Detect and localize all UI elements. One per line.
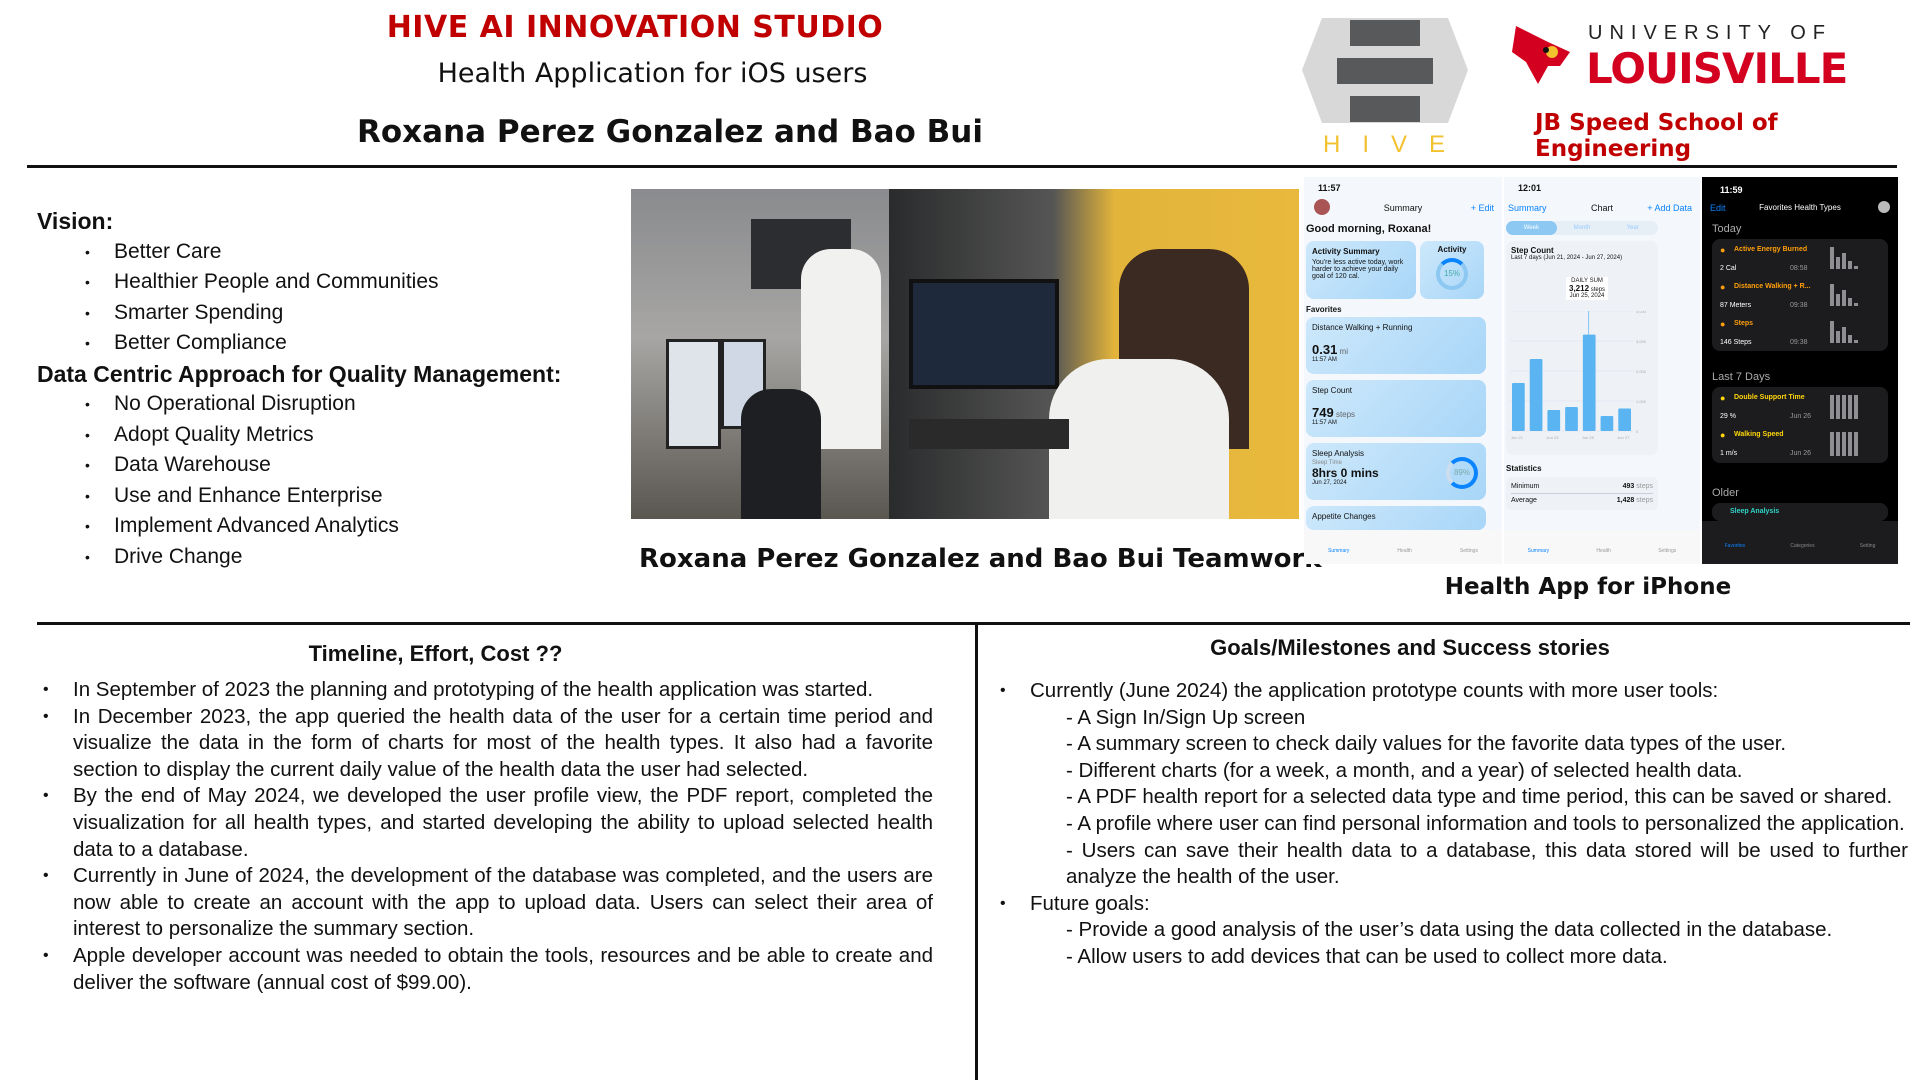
phone-summary-screen: 11:57 Summary + Edit Good morning, Roxan… (1304, 177, 1502, 564)
header-divider (27, 165, 1897, 168)
y-tick-label: 2,000 (1636, 369, 1647, 374)
bar (1618, 408, 1631, 431)
timeline-item: In December 2023, the app queried the he… (43, 704, 933, 784)
vision-section: Vision: Better Care Healthier People and… (37, 206, 561, 572)
goals-current: Currently (June 2024) the application pr… (1000, 678, 1908, 705)
goals-list: Currently (June 2024) the application pr… (1000, 678, 1908, 971)
section-divider (37, 622, 1910, 625)
bar (1565, 407, 1578, 431)
bar (1512, 383, 1525, 431)
favorite-type-row[interactable]: ● Active Energy Burned 2 Cal 08:58 (1720, 241, 1880, 278)
flame-icon: ● (1720, 430, 1726, 440)
bar (1547, 410, 1561, 431)
favorite-type-row[interactable]: ● Distance Walking + R... 87 Meters 09:3… (1720, 278, 1880, 315)
photo-caption: Roxana Perez Gonzalez and Bao Bui Teamwo… (639, 544, 1322, 574)
approach-item: Use and Enhance Enterprise (37, 481, 561, 512)
x-tick-label: Jun 23 (1546, 435, 1559, 440)
authors: Roxana Perez Gonzalez and Bao Bui (357, 114, 983, 150)
vision-item: Better Compliance (37, 328, 561, 359)
favorite-card: Step Count 749 steps 11:57 AM (1306, 380, 1486, 437)
studio-title: HIVE AI INNOVATION STUDIO (386, 10, 884, 45)
vision-item: Better Care (37, 237, 561, 268)
flame-icon: ● (1720, 393, 1726, 403)
team-photo-2 (889, 189, 1299, 519)
approach-item: Adopt Quality Metrics (37, 420, 561, 451)
vision-item: Smarter Spending (37, 298, 561, 329)
x-tick-label: Jun 27 (1617, 435, 1630, 440)
approach-item: Drive Change (37, 542, 561, 573)
poster-subtitle: Health Application for iOS users (437, 58, 868, 89)
approach-item: Implement Advanced Analytics (37, 511, 561, 542)
flame-icon: ● (1720, 245, 1726, 255)
cardinal-icon (1512, 26, 1570, 84)
flame-icon: ● (1720, 282, 1726, 292)
approach-item: Data Warehouse (37, 450, 561, 481)
favorite-type-row[interactable]: ● Double Support Time 29 % Jun 26 (1720, 389, 1880, 426)
favorite-type-row[interactable]: ● Walking Speed 1 m/s Jun 26 (1720, 426, 1880, 463)
timeline-list: In September of 2023 the planning and pr… (43, 677, 933, 996)
timeline-item: By the end of May 2024, we developed the… (43, 783, 933, 863)
phone-chart-screen: 12:01 Summary Chart + Add Data Week Month… (1504, 177, 1700, 564)
step-count-chart: 4,000 3,000 2,000 1,000 0 Jun 21 Jun 23 Jun 25 J… (1510, 311, 1647, 440)
bar (1600, 416, 1614, 431)
x-tick-label: Jun 21 (1511, 435, 1524, 440)
timeline-heading: Timeline, Effort, Cost ?? (308, 641, 563, 666)
team-photo-1 (631, 189, 889, 519)
column-divider (975, 624, 978, 1080)
y-tick-label: 1,000 (1636, 399, 1647, 404)
sleep-card: Sleep Analysis Sleep Time 8hrs 0 mins Jun 2… (1306, 443, 1486, 500)
goals-future: Future goals: (1000, 891, 1908, 918)
vision-item: Healthier People and Communities (37, 267, 561, 298)
goals-heading: Goals/Milestones and Success stories (1210, 635, 1610, 660)
phones-caption: Health App for iPhone (1444, 574, 1732, 600)
favorite-card: Distance Walking + Running 0.31 mi 11:57 A… (1306, 317, 1486, 374)
timeline-item: Apple developer account was needed to ob… (43, 943, 933, 996)
bar (1529, 359, 1543, 431)
uofl-logo: UNIVERSITY OF LOUISVILLE (1508, 20, 1898, 93)
timeline-item: In September of 2023 the planning and pr… (43, 677, 933, 704)
school-name: JB Speed School of Engineering (1535, 110, 1778, 162)
phone-favorites-screen: 11:59 Edit Favorites Health Types Today … (1702, 177, 1898, 564)
y-tick-label: 4,000 (1636, 311, 1647, 314)
approach-item: No Operational Disruption (37, 389, 561, 420)
x-tick-label: Jun 25 (1582, 435, 1595, 440)
y-tick-label: 3,000 (1636, 339, 1647, 344)
hive-logo: HIVE (1302, 18, 1468, 158)
timeline-item: Currently in June of 2024, the developme… (43, 863, 933, 943)
bar (1582, 334, 1596, 431)
favorite-type-row[interactable]: ● Steps 146 Steps 09:38 (1720, 315, 1880, 352)
flame-icon: ● (1720, 319, 1726, 329)
y-tick-label: 0 (1636, 429, 1639, 434)
